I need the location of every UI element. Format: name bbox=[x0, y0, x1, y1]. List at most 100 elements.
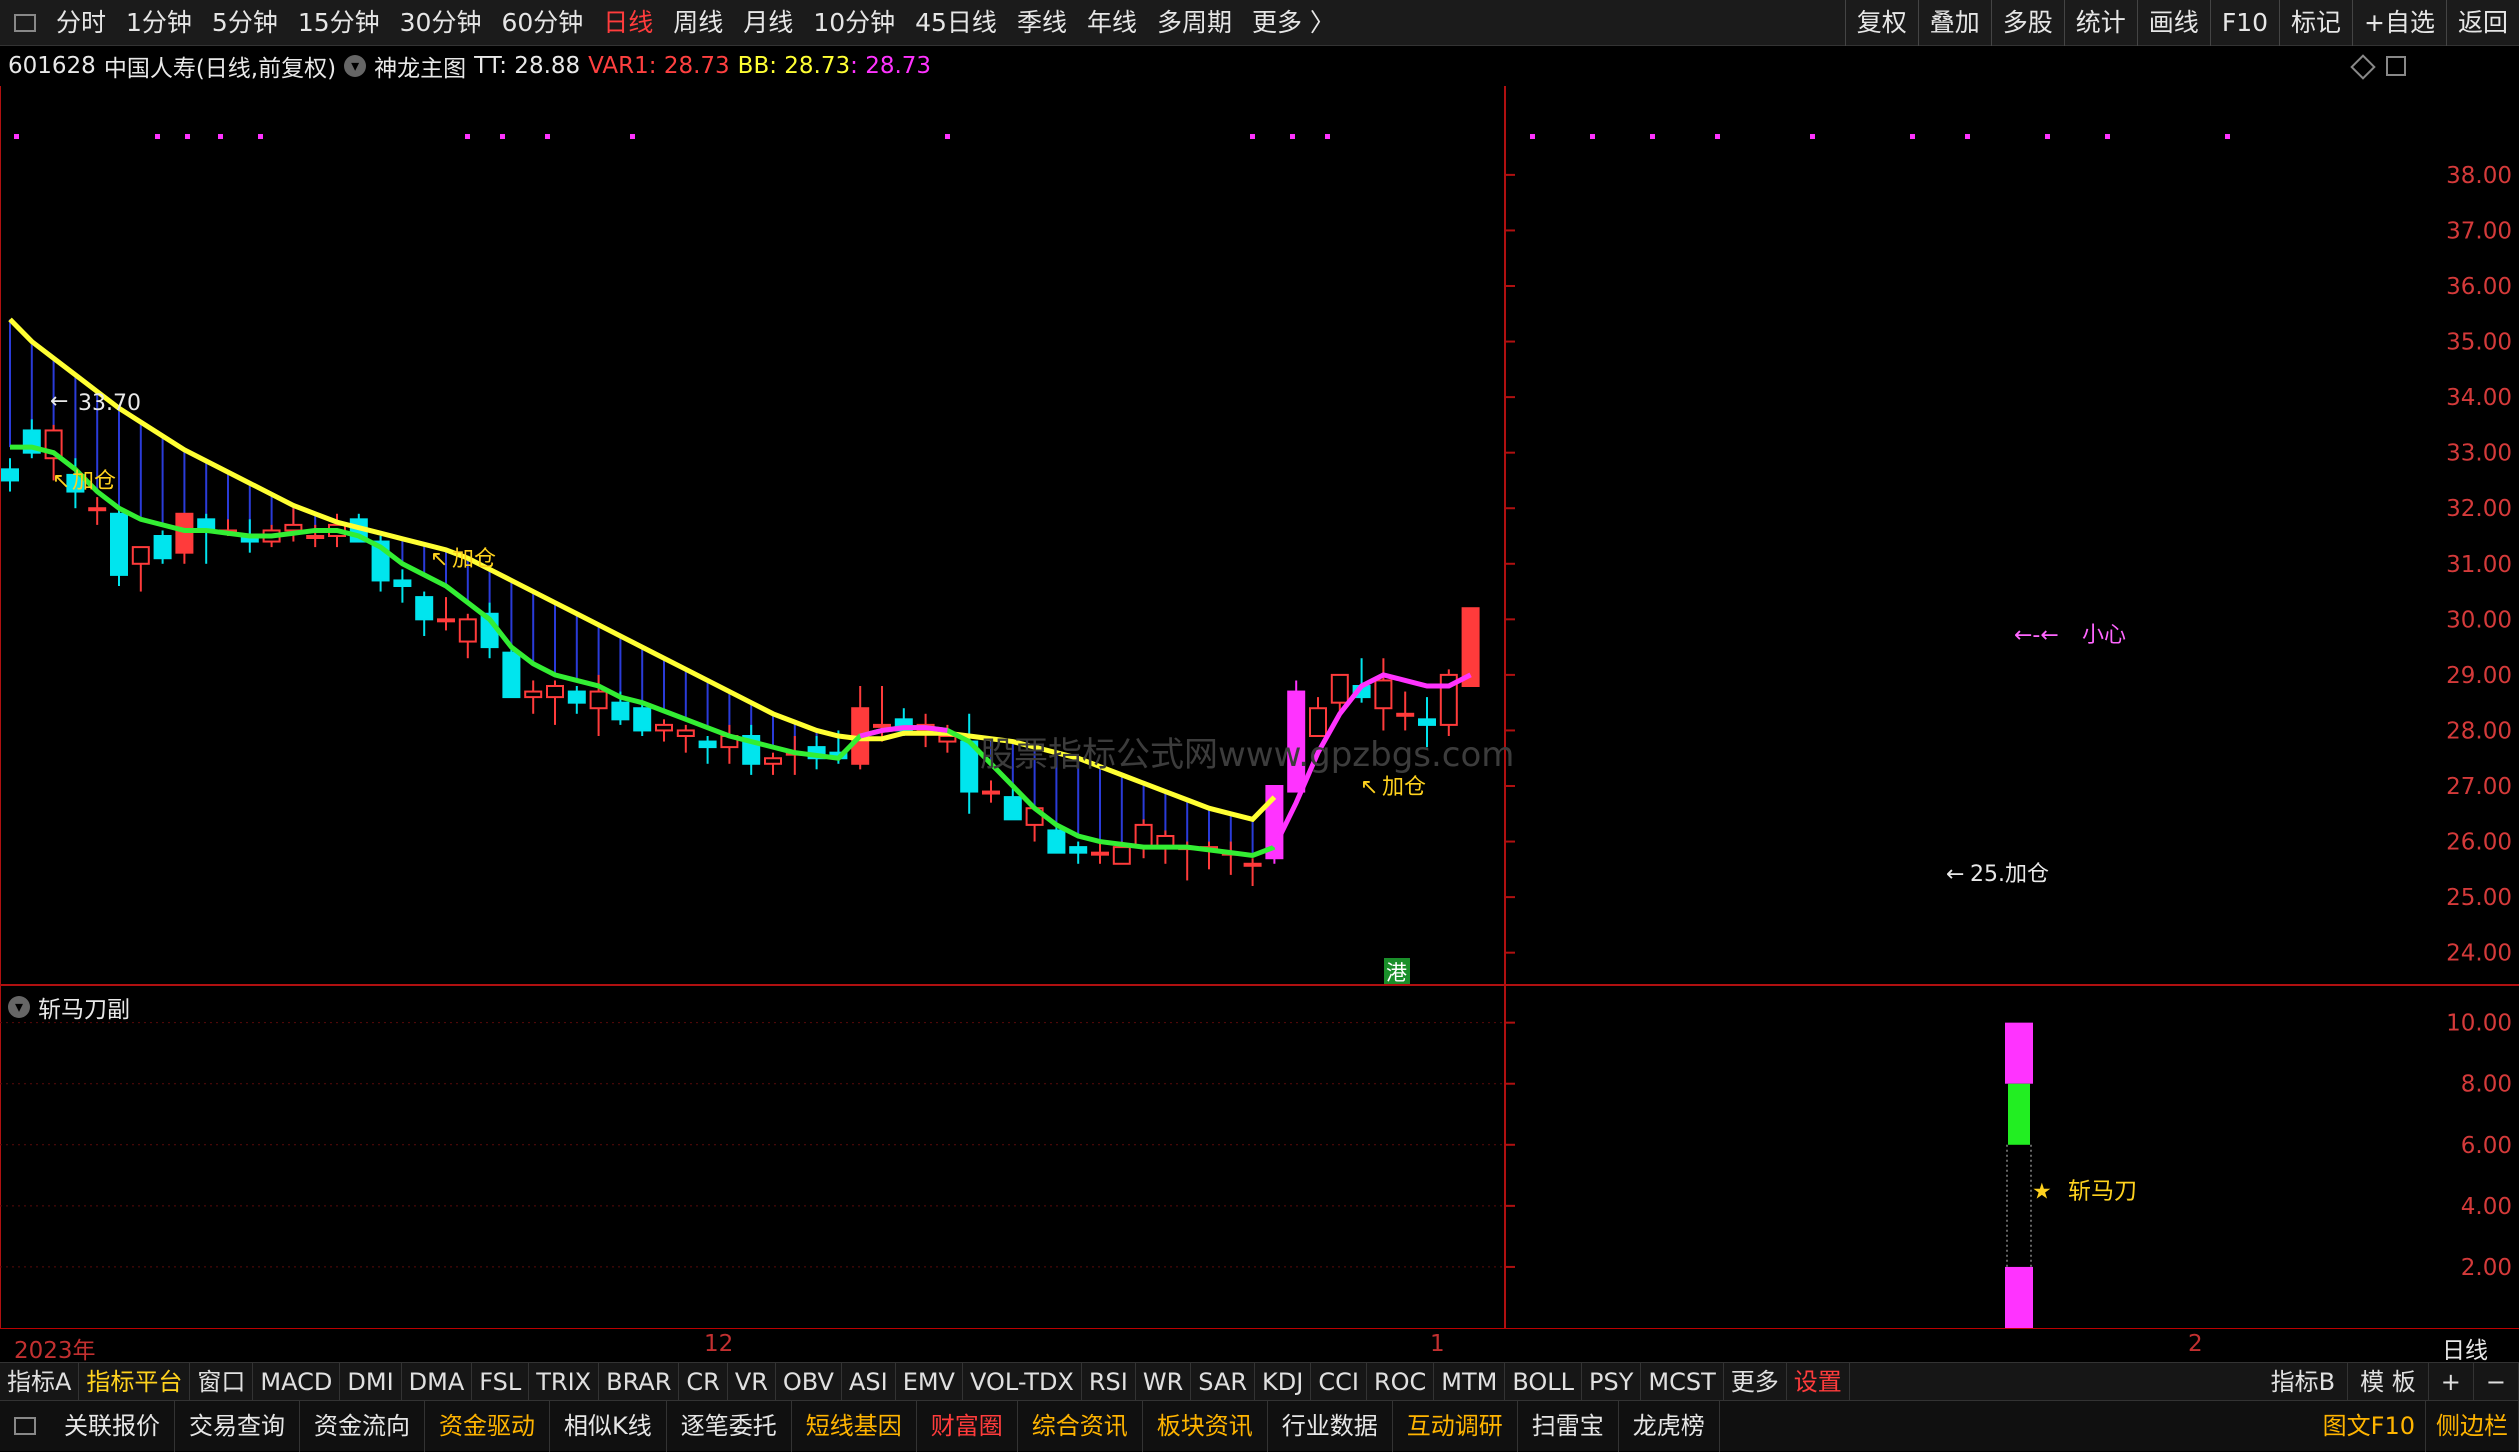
indicator-tab-7[interactable]: TRIX bbox=[529, 1362, 600, 1401]
indicator-tab-12[interactable]: ASI bbox=[842, 1362, 896, 1401]
candle[interactable] bbox=[960, 713, 979, 814]
indicator-tab-23[interactable]: PSY bbox=[1582, 1362, 1642, 1401]
main-chart-panel[interactable]: ← 33.70 ↖ 加仓 ↖ 加仓 ↖ 加仓 ← 25.加仓 ←-← 小心港股票指标公式网www.gp… bbox=[0, 86, 2519, 986]
toolbar-button-1[interactable]: 叠加 bbox=[1917, 0, 1991, 46]
candle[interactable] bbox=[1461, 607, 1480, 688]
function-button-13[interactable]: 龙虎榜 bbox=[1619, 1400, 1720, 1452]
main-indicator-name[interactable]: 神龙主图 bbox=[374, 49, 466, 83]
indicator-tab-17[interactable]: SAR bbox=[1191, 1362, 1256, 1401]
function-right-button-0[interactable]: 图文F10 bbox=[2313, 1401, 2426, 1452]
candle[interactable] bbox=[698, 736, 717, 764]
toolbar-button-7[interactable]: +自选 bbox=[2352, 0, 2446, 46]
indicator-tab-16[interactable]: WR bbox=[1136, 1362, 1192, 1401]
candle[interactable] bbox=[1134, 819, 1153, 859]
candle[interactable] bbox=[633, 702, 652, 736]
sub-indicator-title[interactable]: 斩马刀副 bbox=[38, 990, 130, 1024]
toolbar-button-2[interactable]: 多股 bbox=[1990, 0, 2064, 46]
candle[interactable] bbox=[153, 530, 172, 564]
indicator-tab-26[interactable]: 设置 bbox=[1787, 1362, 1850, 1401]
function-button-3[interactable]: 资金驱动 bbox=[425, 1400, 550, 1452]
function-right-button-1[interactable]: 侧边栏 bbox=[2426, 1401, 2519, 1452]
function-button-11[interactable]: 互动调研 bbox=[1393, 1400, 1518, 1452]
indicator-tab-0[interactable]: 指标A bbox=[0, 1362, 80, 1401]
function-button-1[interactable]: 交易查询 bbox=[175, 1400, 300, 1452]
sub-indicator-panel[interactable]: ★ 斩马刀 10.00 8.00 6.00 4.00 2.00 ▾ 斩马刀副 bbox=[0, 986, 2519, 1328]
function-button-4[interactable]: 相似K线 bbox=[550, 1400, 667, 1452]
period-tab-3[interactable]: 15分钟 bbox=[288, 0, 390, 46]
indicator-right-button-3[interactable]: − bbox=[2474, 1363, 2519, 1401]
window-menu-icon[interactable] bbox=[14, 13, 36, 32]
toolbar-button-5[interactable]: F10 bbox=[2209, 0, 2279, 46]
candle[interactable] bbox=[567, 686, 586, 714]
toolbar-button-6[interactable]: 标记 bbox=[2279, 0, 2352, 46]
indicator-tab-6[interactable]: FSL bbox=[472, 1362, 530, 1401]
indicator-tab-18[interactable]: KDJ bbox=[1255, 1362, 1312, 1401]
period-tab-6[interactable]: 日线 bbox=[593, 0, 663, 46]
candle[interactable] bbox=[1221, 841, 1240, 875]
candle[interactable] bbox=[393, 569, 412, 603]
function-button-5[interactable]: 逐笔委托 bbox=[667, 1400, 792, 1452]
bottom-menu-icon[interactable] bbox=[14, 1417, 36, 1435]
function-button-9[interactable]: 板块资讯 bbox=[1143, 1400, 1268, 1452]
toolbar-button-4[interactable]: 画线 bbox=[2136, 0, 2210, 46]
sub-indicator-dropdown-icon[interactable]: ▾ bbox=[8, 996, 30, 1018]
indicator-tab-9[interactable]: CR bbox=[679, 1362, 728, 1401]
candle[interactable] bbox=[131, 546, 150, 592]
indicator-tab-11[interactable]: OBV bbox=[776, 1362, 842, 1401]
candle[interactable] bbox=[458, 613, 477, 659]
panel-toggle-icon[interactable] bbox=[2386, 56, 2406, 76]
candle[interactable] bbox=[1069, 841, 1088, 864]
candle[interactable] bbox=[1396, 691, 1415, 731]
candle[interactable] bbox=[284, 508, 303, 542]
period-tab-10[interactable]: 45日线 bbox=[905, 0, 1007, 46]
indicator-dropdown-icon[interactable]: ▾ bbox=[344, 55, 367, 77]
candle[interactable] bbox=[655, 719, 673, 742]
period-tab-2[interactable]: 5分钟 bbox=[202, 0, 288, 46]
candle[interactable] bbox=[1200, 841, 1218, 870]
toolbar-button-0[interactable]: 复权 bbox=[1844, 0, 1918, 46]
indicator-right-button-1[interactable]: 模 板 bbox=[2348, 1363, 2429, 1401]
candle[interactable] bbox=[415, 591, 434, 636]
candle[interactable] bbox=[524, 680, 543, 714]
function-button-10[interactable]: 行业数据 bbox=[1268, 1400, 1393, 1452]
period-tab-5[interactable]: 60分钟 bbox=[491, 0, 593, 46]
candle[interactable] bbox=[110, 508, 128, 586]
sub-indicator-chart[interactable]: ★ 斩马刀 10.00 8.00 6.00 4.00 2.00 bbox=[0, 986, 2519, 1328]
candle[interactable] bbox=[197, 513, 216, 564]
indicator-tab-14[interactable]: VOL-TDX bbox=[963, 1362, 1082, 1401]
candle[interactable] bbox=[88, 497, 107, 525]
indicator-tab-25[interactable]: 更多 bbox=[1724, 1362, 1787, 1401]
candle[interactable] bbox=[1091, 841, 1109, 864]
indicator-tab-8[interactable]: BRAR bbox=[599, 1362, 680, 1401]
indicator-tab-5[interactable]: DMA bbox=[402, 1362, 473, 1401]
candle[interactable] bbox=[764, 752, 782, 775]
candle[interactable] bbox=[1439, 669, 1458, 736]
indicator-tab-20[interactable]: ROC bbox=[1367, 1362, 1435, 1401]
function-button-0[interactable]: 关联报价 bbox=[50, 1400, 175, 1452]
indicator-right-button-2[interactable]: + bbox=[2429, 1363, 2474, 1401]
indicator-tab-3[interactable]: MACD bbox=[253, 1362, 341, 1401]
period-tab-14[interactable]: 更多 〉 bbox=[1242, 0, 1345, 46]
indicator-tab-24[interactable]: MCST bbox=[1641, 1362, 1724, 1401]
period-tab-8[interactable]: 月线 bbox=[733, 0, 803, 46]
function-button-8[interactable]: 综合资讯 bbox=[1018, 1400, 1143, 1452]
candlestick-chart[interactable]: ← 33.70↖ 加仓↖ 加仓↖ 加仓← 25.加仓←-← 小心港股票指标公式网www.gp… bbox=[0, 86, 2519, 986]
period-tab-13[interactable]: 多周期 bbox=[1147, 0, 1242, 46]
period-tab-7[interactable]: 周线 bbox=[663, 0, 733, 46]
indicator-tab-15[interactable]: RSI bbox=[1082, 1362, 1136, 1401]
toolbar-button-8[interactable]: 返回 bbox=[2445, 0, 2519, 46]
function-button-6[interactable]: 短线基因 bbox=[792, 1400, 917, 1452]
candle[interactable] bbox=[742, 724, 761, 775]
candle[interactable] bbox=[1374, 658, 1393, 731]
period-tab-1[interactable]: 1分钟 bbox=[116, 0, 202, 46]
candle[interactable] bbox=[720, 724, 739, 764]
toolbar-button-3[interactable]: 统计 bbox=[2063, 0, 2137, 46]
indicator-tab-4[interactable]: DMI bbox=[340, 1362, 402, 1401]
period-tab-0[interactable]: 分时 bbox=[46, 0, 116, 46]
period-tab-4[interactable]: 30分钟 bbox=[390, 0, 492, 46]
candle[interactable] bbox=[1243, 858, 1262, 886]
function-button-12[interactable]: 扫雷宝 bbox=[1518, 1400, 1619, 1452]
indicator-tab-2[interactable]: 窗口 bbox=[190, 1362, 254, 1401]
candle[interactable] bbox=[1, 458, 19, 492]
function-button-7[interactable]: 财富圈 bbox=[917, 1400, 1018, 1452]
